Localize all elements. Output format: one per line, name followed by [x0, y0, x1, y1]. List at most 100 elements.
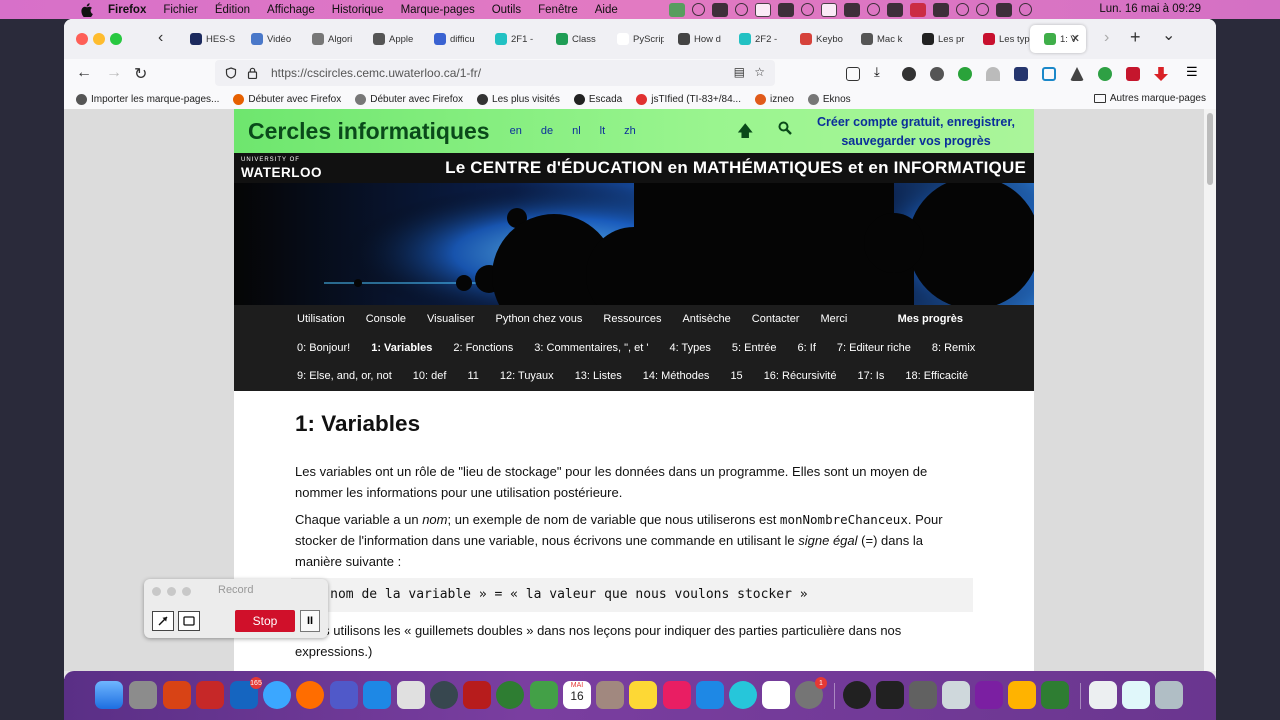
- battery-icon[interactable]: [932, 2, 949, 17]
- nav-link-0-bonjour[interactable]: 0: Bonjour!: [297, 342, 350, 354]
- nav-link-1-variables[interactable]: 1: Variables: [371, 342, 432, 354]
- tab-class[interactable]: Class: [542, 25, 603, 53]
- nav-link-5-entree[interactable]: 5: Entrée: [732, 342, 777, 354]
- menu-marque-pages[interactable]: Marque-pages: [401, 4, 475, 16]
- nav-link-4-types[interactable]: 4: Types: [670, 342, 711, 354]
- nav-link-ressources[interactable]: Ressources: [603, 313, 661, 325]
- arrow-tool-icon[interactable]: [152, 611, 174, 631]
- nav-link-antiseche[interactable]: Antisèche: [682, 313, 730, 325]
- new-tab-button[interactable]: +: [1130, 27, 1141, 48]
- page-scrollbar[interactable]: [1204, 109, 1216, 671]
- tab-keybo[interactable]: Keybo: [786, 25, 847, 53]
- nav-link-6-if[interactable]: 6: If: [798, 342, 816, 354]
- tab-2f1[interactable]: 2F1 -: [481, 25, 542, 53]
- tab-mac-k[interactable]: Mac k: [847, 25, 908, 53]
- nav-link-15[interactable]: 15: [730, 370, 742, 382]
- nav-link-17-is[interactable]: 17: Is: [857, 370, 884, 382]
- tab-algori[interactable]: Algori: [298, 25, 359, 53]
- tab-hes-s[interactable]: HES-S: [176, 25, 237, 53]
- reeder-bolt-icon[interactable]: [1008, 681, 1036, 709]
- time-machine-icon[interactable]: [866, 3, 880, 16]
- lock-icon[interactable]: [247, 67, 259, 80]
- bookmark-les-plus-visites[interactable]: Les plus visités: [477, 93, 560, 105]
- extension-triangle-icon[interactable]: [1070, 67, 1084, 81]
- pycharm-p-icon[interactable]: [729, 681, 757, 709]
- shield-icon[interactable]: [225, 67, 237, 79]
- nav-link-python-chez-vous[interactable]: Python chez vous: [496, 313, 583, 325]
- downloads-stack-icon[interactable]: [1089, 681, 1117, 709]
- ublock-origin-icon[interactable]: [1126, 67, 1140, 81]
- terminal-icon[interactable]: [876, 681, 904, 709]
- nav-link-10-def[interactable]: 10: def: [413, 370, 447, 382]
- extension-cat-icon[interactable]: [930, 67, 944, 81]
- nav-link-7-editeur-riche[interactable]: 7: Editeur riche: [837, 342, 911, 354]
- pdf-expert-icon[interactable]: [196, 681, 224, 709]
- nav-link-contacter[interactable]: Contacter: [752, 313, 800, 325]
- bookmark-debuter-avec-firefox[interactable]: Débuter avec Firefox: [355, 93, 463, 105]
- register-link[interactable]: Créer compte gratuit, enregistrer, sauve…: [808, 113, 1024, 151]
- nav-link-visualiser[interactable]: Visualiser: [427, 313, 475, 325]
- search-icon[interactable]: [778, 121, 792, 138]
- tab-difficu[interactable]: difficu: [420, 25, 481, 53]
- cloud-icon[interactable]: [711, 2, 728, 17]
- back-button[interactable]: ←: [76, 64, 92, 82]
- control-center-icon[interactable]: [995, 2, 1012, 17]
- scrollbar-thumb[interactable]: [1207, 113, 1213, 185]
- hamburger-menu-icon[interactable]: ☰: [1186, 64, 1200, 79]
- forward-button[interactable]: →: [106, 64, 122, 82]
- nav-link-3-commentaires-et[interactable]: 3: Commentaires, ", et ': [534, 342, 648, 354]
- notes-icon[interactable]: [629, 681, 657, 709]
- finder-icon[interactable]: [95, 681, 123, 709]
- mes-progres-link[interactable]: Mes progrès: [898, 313, 963, 325]
- system-preferences-icon[interactable]: 1: [795, 677, 827, 709]
- tab-scroll-right-icon[interactable]: ›: [1104, 29, 1109, 47]
- apple-menu-icon[interactable]: [80, 2, 94, 17]
- plus-app-icon[interactable]: [909, 2, 926, 17]
- site-title[interactable]: Cercles informatiques: [248, 118, 490, 145]
- lang-link-lt[interactable]: lt: [600, 125, 606, 137]
- menu-edition[interactable]: Édition: [215, 4, 250, 16]
- textedit-icon[interactable]: [397, 681, 425, 709]
- extension-arch-icon[interactable]: [986, 67, 1000, 81]
- safari-icon[interactable]: [263, 681, 291, 709]
- waterloo-logo[interactable]: UNIVERSITY OF WATERLOO: [241, 156, 322, 180]
- extension-check-icon[interactable]: [958, 67, 972, 81]
- tab-how-d[interactable]: How d: [664, 25, 725, 53]
- teams-icon[interactable]: [330, 681, 358, 709]
- excel-icon[interactable]: [1041, 681, 1069, 709]
- menu-affichage[interactable]: Affichage: [267, 4, 315, 16]
- rectangle-tool-icon[interactable]: [178, 611, 200, 631]
- bookmark-star-icon[interactable]: ☆: [754, 65, 765, 79]
- quicktime-icon[interactable]: [430, 681, 458, 709]
- lang-link-nl[interactable]: nl: [572, 125, 581, 137]
- window-minimize-button[interactable]: [93, 33, 105, 45]
- stop-button[interactable]: Stop: [235, 610, 295, 632]
- preview-icon[interactable]: [942, 681, 970, 709]
- lang-link-de[interactable]: de: [541, 125, 553, 137]
- reload-button[interactable]: ↻: [134, 64, 147, 84]
- tab-close-icon[interactable]: ✕: [1071, 32, 1080, 45]
- trash-icon[interactable]: [1155, 681, 1183, 709]
- lock-app-icon[interactable]: [843, 681, 871, 709]
- extension-b-icon[interactable]: [902, 67, 916, 81]
- url-input[interactable]: [271, 66, 731, 80]
- nav-link-11[interactable]: 11: [467, 370, 478, 382]
- nav-link-2-fonctions[interactable]: 2: Fonctions: [453, 342, 513, 354]
- record-zoom-button[interactable]: [182, 587, 191, 596]
- volume-icon[interactable]: [843, 2, 860, 17]
- bookmark-importer-les-marque-pages[interactable]: Importer les marque-pages...: [76, 93, 219, 105]
- menu-outils[interactable]: Outils: [492, 4, 521, 16]
- nav-link-16-recursivite[interactable]: 16: Récursivité: [764, 370, 837, 382]
- calendar-16-icon[interactable]: [820, 2, 837, 17]
- siri-icon[interactable]: [1018, 3, 1032, 16]
- nav-link-console[interactable]: Console: [366, 313, 406, 325]
- menu-fenetre[interactable]: Fenêtre: [538, 4, 578, 16]
- menu-historique[interactable]: Historique: [332, 4, 384, 16]
- reader-view-icon[interactable]: ▤: [734, 65, 745, 79]
- music-icon[interactable]: [663, 681, 691, 709]
- app-store-icon[interactable]: [696, 681, 724, 709]
- record-close-button[interactable]: [152, 587, 161, 596]
- tab-pyscript[interactable]: PyScript |: [603, 25, 664, 53]
- keka-icon[interactable]: [668, 2, 685, 17]
- calendar-icon[interactable]: MAI 16: [563, 681, 591, 709]
